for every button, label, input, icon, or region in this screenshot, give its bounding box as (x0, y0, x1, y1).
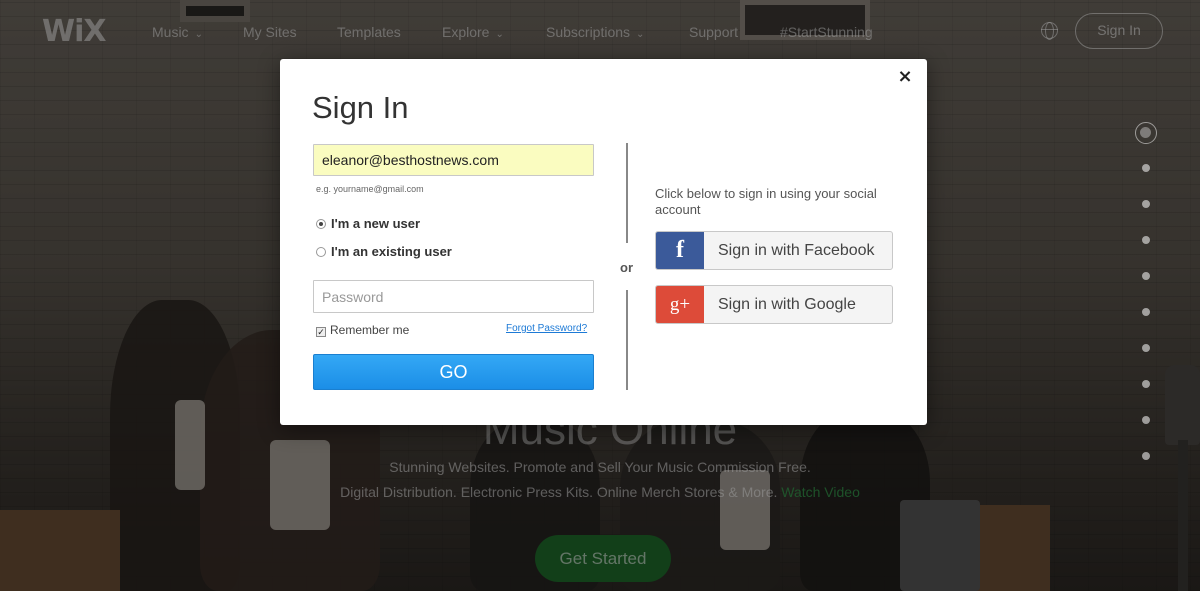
remember-me-checkbox[interactable]: ✓ Remember me (316, 323, 409, 337)
modal-title: Sign In (312, 90, 409, 125)
page-dot-active[interactable] (1135, 122, 1157, 144)
google-sign-in-button[interactable]: g+ Sign in with Google (655, 285, 893, 324)
close-icon[interactable]: × (897, 68, 913, 86)
or-label: or (620, 260, 633, 275)
page-dot[interactable] (1142, 272, 1150, 280)
google-button-label: Sign in with Google (718, 296, 856, 313)
radio-existing-user[interactable] (316, 247, 326, 257)
page-dot[interactable] (1142, 344, 1150, 352)
forgot-password-link[interactable]: Forgot Password? (506, 323, 587, 334)
page-dot[interactable] (1142, 380, 1150, 388)
facebook-icon: f (656, 232, 704, 269)
page-dot[interactable] (1142, 452, 1150, 460)
go-button[interactable]: GO (313, 354, 594, 390)
password-field[interactable]: Password (313, 280, 594, 313)
divider-bottom (626, 290, 628, 390)
checkmark-icon[interactable]: ✓ (316, 327, 326, 337)
page-dot[interactable] (1142, 200, 1150, 208)
facebook-button-label: Sign in with Facebook (718, 242, 875, 259)
radio-new-user[interactable] (316, 219, 326, 229)
email-hint: e.g. yourname@gmail.com (316, 184, 424, 194)
social-instructions: Click below to sign in using your social… (655, 186, 877, 217)
page-dot[interactable] (1142, 308, 1150, 316)
remember-me-label: Remember me (330, 323, 410, 337)
facebook-sign-in-button[interactable]: f Sign in with Facebook (655, 231, 893, 270)
existing-user-option[interactable]: I'm an existing user (316, 244, 452, 259)
email-field[interactable]: eleanor@besthostnews.com (313, 144, 594, 176)
page-dot[interactable] (1142, 164, 1150, 172)
page-dot[interactable] (1142, 236, 1150, 244)
divider-top (626, 143, 628, 243)
existing-user-label: I'm an existing user (331, 244, 452, 259)
sign-in-modal: × Sign In eleanor@besthostnews.com e.g. … (280, 59, 927, 425)
page-dot[interactable] (1142, 416, 1150, 424)
new-user-option[interactable]: I'm a new user (316, 216, 420, 231)
google-plus-icon: g+ (656, 286, 704, 323)
new-user-label: I'm a new user (331, 216, 421, 231)
